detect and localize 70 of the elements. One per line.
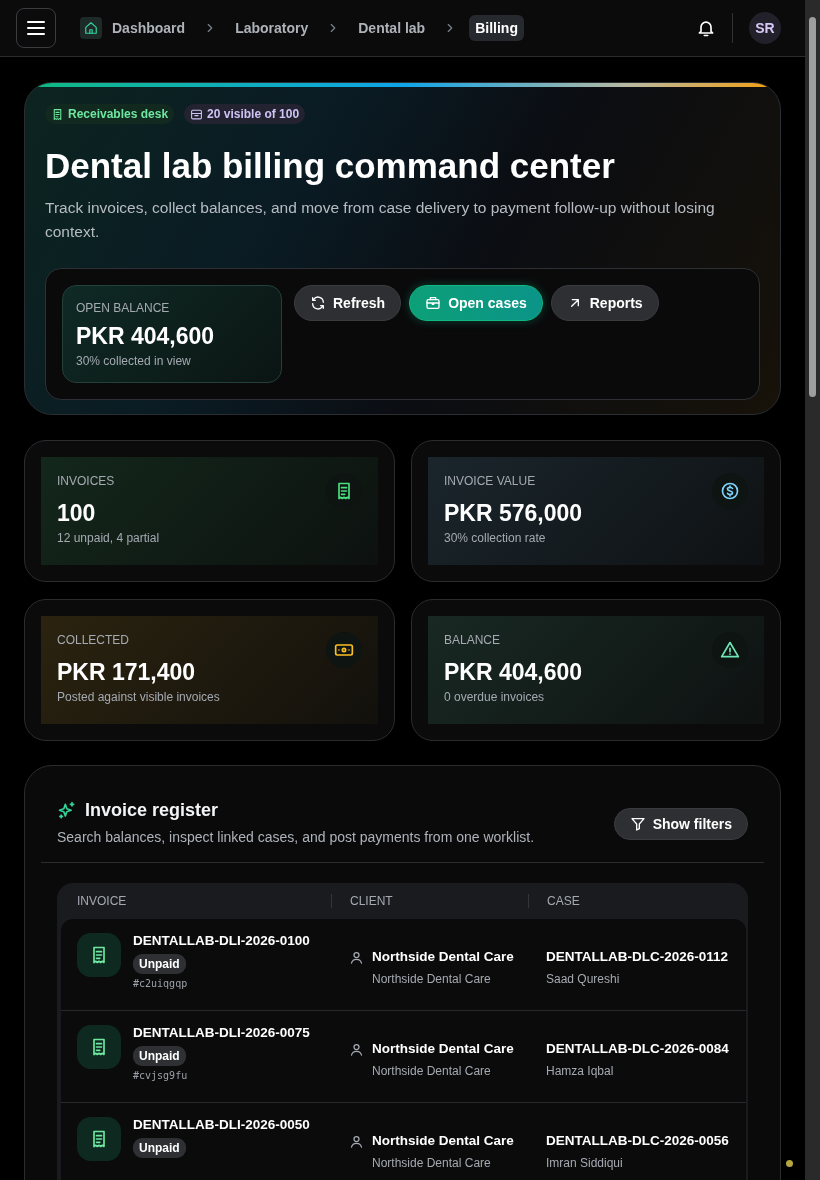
- warning-icon: [720, 640, 740, 660]
- breadcrumb-link[interactable]: Laboratory: [229, 15, 315, 41]
- status-dot: [786, 1160, 793, 1167]
- breadcrumb-link[interactable]: Billing: [469, 15, 524, 41]
- stat-label: BALANCE: [444, 632, 502, 648]
- action-button[interactable]: Refresh: [294, 285, 402, 321]
- stat-value: PKR 576,000: [444, 499, 583, 527]
- case-number: DENTALLAB-DLC-2026-0112: [546, 949, 730, 965]
- user-icon: [349, 1134, 364, 1149]
- stat-note: 0 overdue invoices: [444, 690, 546, 704]
- balance-note: 30% collected in view: [76, 354, 192, 368]
- section-title: Invoice register: [85, 800, 219, 821]
- client-name: Northside Dental Care: [372, 1133, 514, 1149]
- stat-note: 12 unpaid, 4 partial: [57, 531, 160, 545]
- balance-value: PKR 404,600: [76, 322, 216, 350]
- menu-button[interactable]: [16, 8, 56, 48]
- invoice-hash: #c2uiqgqp: [133, 978, 189, 989]
- action-button[interactable]: Open cases: [409, 285, 543, 321]
- refresh-icon: [310, 295, 326, 311]
- status-badge: Unpaid: [133, 1046, 186, 1066]
- receipt-icon: [51, 107, 64, 121]
- status-badge: Unpaid: [133, 1138, 186, 1158]
- stat-value: 100: [57, 499, 97, 527]
- case-number: DENTALLAB-DLC-2026-0084: [546, 1041, 730, 1057]
- home-icon: [80, 17, 102, 39]
- stat-label: INVOICES: [57, 473, 116, 489]
- stat-label: COLLECTED: [57, 632, 131, 648]
- breadcrumb-link[interactable]: Dashboard: [106, 15, 192, 41]
- case-number: DENTALLAB-DLC-2026-0056: [546, 1133, 730, 1149]
- tag-label: 20 visible of 100: [207, 107, 300, 121]
- balance-label: OPEN BALANCE: [76, 300, 171, 316]
- dollar-icon: [720, 481, 740, 501]
- avatar[interactable]: SR: [749, 12, 781, 44]
- client-detail: Northside Dental Care: [372, 972, 492, 986]
- user-icon: [349, 950, 364, 965]
- invoice-number: DENTALLAB-DLI-2026-0100: [133, 933, 310, 949]
- stat-note: 30% collection rate: [444, 531, 547, 545]
- patient-name: Saad Qureshi: [546, 972, 621, 986]
- sparkles-icon: [57, 800, 77, 821]
- invoice-number: DENTALLAB-DLI-2026-0075: [133, 1025, 310, 1041]
- client-detail: Northside Dental Care: [372, 1156, 492, 1170]
- breadcrumb-link[interactable]: Dental lab: [352, 15, 432, 41]
- stat-value: PKR 171,400: [57, 658, 197, 686]
- client-name: Northside Dental Care: [372, 949, 514, 965]
- stat-label: INVOICE VALUE: [444, 473, 537, 489]
- invoice-number: DENTALLAB-DLI-2026-0050: [133, 1117, 310, 1133]
- page-title: Dental lab billing command center: [45, 145, 616, 187]
- scrollbar[interactable]: [805, 0, 820, 1180]
- column-header: CASE: [528, 894, 748, 908]
- inbox-icon: [190, 107, 204, 121]
- filter-icon: [629, 816, 646, 832]
- tag-label: Receivables desk: [68, 107, 169, 121]
- user-icon: [349, 1042, 364, 1057]
- bell-icon: [696, 18, 716, 38]
- briefcase-icon: [425, 295, 442, 311]
- client-detail: Northside Dental Care: [372, 1064, 492, 1078]
- patient-name: Hamza Iqbal: [546, 1064, 615, 1078]
- patient-name: Imran Siddiqui: [546, 1156, 624, 1170]
- status-badge: Unpaid: [133, 954, 186, 974]
- action-button[interactable]: Reports: [550, 285, 659, 321]
- page-description: Track invoices, collect balances, and move from case delivery to payment follow-up without losing context.: [45, 198, 716, 242]
- notifications-button[interactable]: [696, 18, 716, 38]
- stat-value: PKR 404,600: [444, 658, 583, 686]
- column-header: INVOICE: [76, 894, 128, 908]
- column-header: CLIENT: [331, 894, 528, 908]
- invoice-hash: #cvjsg9fu: [133, 1070, 189, 1081]
- client-name: Northside Dental Care: [372, 1041, 514, 1057]
- filter-button[interactable]: Show filters: [613, 808, 748, 840]
- stat-note: Posted against visible invoices: [57, 690, 220, 704]
- section-description: Search balances, inspect linked cases, and post payments from one worklist.: [57, 829, 535, 845]
